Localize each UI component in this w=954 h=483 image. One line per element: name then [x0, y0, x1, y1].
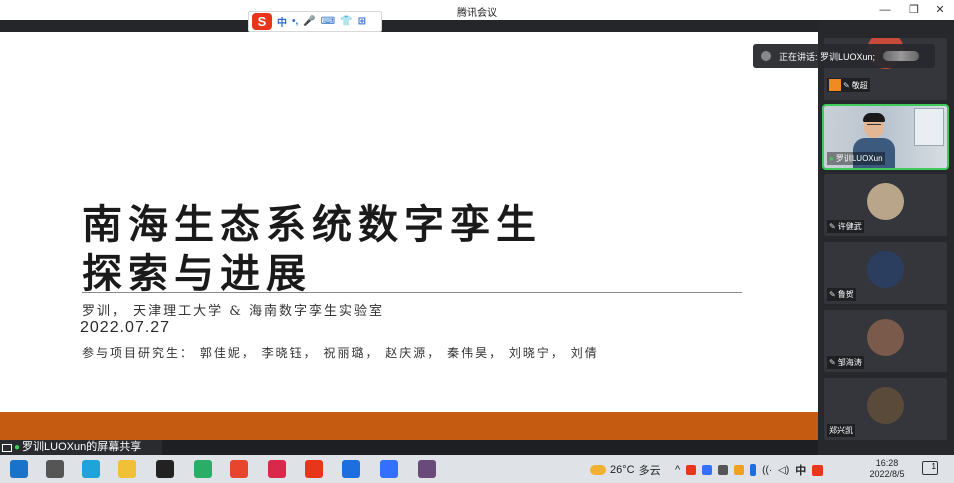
weather-widget[interactable]: 26°C 多云 [590, 462, 661, 478]
show-hidden-icons[interactable]: ^ [675, 464, 680, 476]
speaking-indicator: 正在讲话: 罗训LUOXun; [753, 44, 935, 68]
participant-tile[interactable]: ✎ 许健武 [824, 174, 947, 236]
participant-name: 郑兴凯 [827, 424, 855, 437]
sogou-logo-icon[interactable]: S [252, 13, 272, 30]
avatar [867, 251, 904, 288]
app-red-icon[interactable] [268, 460, 286, 478]
task-view-icon[interactable] [46, 460, 64, 478]
weather-temp: 26°C [610, 464, 635, 476]
toolbar-strip [0, 20, 818, 32]
sogou-icon[interactable] [305, 460, 323, 478]
participant-name-text: 罗训LUOXun [835, 154, 883, 163]
mic-icon: ● [14, 442, 21, 453]
mic-icon: ● [829, 154, 834, 163]
speaker-avatar-icon [761, 51, 771, 61]
sogou-tray-icon[interactable] [812, 464, 824, 476]
game-icon[interactable] [418, 460, 436, 478]
wechat-icon[interactable] [194, 460, 212, 478]
avatar [867, 387, 904, 424]
network-icon[interactable]: ((· [762, 465, 772, 476]
ime-punctuation-toggle[interactable]: •, [292, 16, 298, 27]
video-background-window [914, 108, 944, 146]
mic-muted-icon: ✎ [829, 290, 836, 299]
avatar [867, 183, 904, 220]
tray-app-icon[interactable] [702, 465, 713, 475]
participant-name: ● 罗训LUOXun [827, 152, 885, 165]
participant-name: ✎ 敬超 [827, 78, 870, 92]
participant-name-text: 郑兴凯 [829, 426, 853, 435]
tray-app-icon[interactable] [686, 465, 697, 475]
ime-voice-icon[interactable]: 🎤 [303, 16, 315, 27]
screen-share-icon [2, 443, 12, 452]
windows-taskbar: 26°C 多云 ^ ((· ◁) 中 16:28 2022/8/5 1 [0, 455, 954, 483]
slide-students: 参与项目研究生： 郭佳妮， 李晓钰， 祝丽璐， 赵庆源， 秦伟昊， 刘晓宁， 刘… [82, 346, 599, 360]
file-explorer-icon[interactable] [118, 460, 136, 478]
chrome-icon[interactable] [230, 460, 248, 478]
participant-name-text: 鲁贺 [837, 290, 854, 299]
participant-panel: ✎ 敬超 ● 罗训LUOXun ✎ 许健武 ✎ 鲁贺 ✎ 邹海涛 郑兴凯 [818, 20, 954, 455]
participant-name-text: 敬超 [851, 80, 868, 90]
mic-muted-icon: ✎ [829, 222, 836, 231]
close-button[interactable]: ✕ [932, 2, 948, 18]
system-tray: ^ ((· ◁) 中 [675, 462, 824, 478]
clock[interactable]: 16:28 2022/8/5 [862, 458, 912, 480]
minimize-button[interactable]: — [877, 2, 893, 18]
speaking-avatars [883, 51, 920, 61]
notification-icon[interactable]: 1 [922, 461, 938, 475]
shield-icon[interactable] [734, 465, 745, 475]
ime-keyboard-icon[interactable]: ⌨ [321, 16, 335, 27]
restore-button[interactable]: ❐ [906, 2, 922, 18]
slide-divider [82, 292, 742, 293]
shared-screen: 南海生态系统数字孪生 探索与进展 罗训， 天津理工大学 & 海南数字孪生实验室 … [0, 32, 818, 440]
mic-icon: ✎ [843, 80, 850, 90]
ime-skin-icon[interactable]: 👕 [340, 16, 352, 27]
feishu-icon[interactable] [380, 460, 398, 478]
participant-name: ✎ 许健武 [827, 220, 864, 233]
clock-time: 16:28 [875, 458, 899, 468]
participant-name-text: 许健武 [837, 222, 862, 231]
participant-tile-active-speaker[interactable]: ● 罗训LUOXun [822, 104, 949, 170]
tencent-meeting-icon[interactable] [342, 460, 360, 478]
window-title: 腾讯会议 [457, 8, 497, 19]
clock-date: 2022/8/5 [869, 469, 905, 479]
slide-date: 2022.07.27 [80, 319, 171, 336]
start-icon[interactable] [10, 460, 28, 478]
participant-tile[interactable]: ✎ 邹海涛 [824, 310, 947, 372]
usb-icon[interactable] [750, 464, 757, 476]
qq-icon[interactable] [156, 460, 174, 478]
participant-name-text: 邹海涛 [837, 358, 862, 367]
slide-footer-band [0, 412, 818, 440]
volume-icon[interactable]: ◁) [778, 465, 789, 476]
input-method-indicator[interactable]: 中 [795, 462, 806, 478]
slide-author: 罗训， 天津理工大学 & 海南数字孪生实验室 [82, 304, 384, 319]
edge-icon[interactable] [82, 460, 100, 478]
speaking-text: 正在讲话: 罗训LUOXun; [779, 51, 876, 62]
screen-share-text: 罗训LUOXun的屏幕共享 [22, 441, 142, 453]
share-bar-background [162, 440, 818, 455]
slide-title-line2: 探索与进展 [82, 250, 312, 297]
host-icon [829, 79, 841, 91]
participant-tile[interactable]: ✎ 鲁贺 [824, 242, 947, 304]
mic-muted-icon: ✎ [829, 358, 836, 367]
screen-share-label[interactable]: ● 罗训LUOXun的屏幕共享 [0, 440, 162, 455]
weather-desc: 多云 [638, 465, 661, 477]
tray-app-icon[interactable] [718, 465, 729, 475]
participant-name: ✎ 邹海涛 [827, 356, 864, 369]
avatar [867, 319, 904, 356]
participant-name: ✎ 鲁贺 [827, 288, 856, 301]
cloud-icon [590, 465, 606, 475]
participant-tile[interactable]: 郑兴凯 [824, 378, 947, 440]
ime-chinese-toggle[interactable]: 中 [277, 14, 287, 29]
ime-toolbar[interactable]: S 中 •, 🎤 ⌨ 👕 ⊞ [248, 11, 382, 32]
ime-menu-icon[interactable]: ⊞ [358, 16, 366, 27]
title-bar: 腾讯会议 — ❐ ✕ [0, 0, 954, 20]
